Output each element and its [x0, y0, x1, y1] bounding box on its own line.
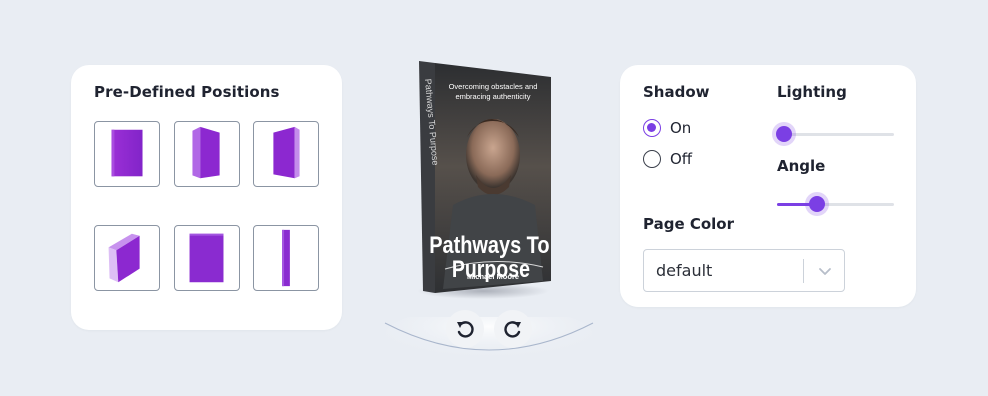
position-tile-angled-left[interactable]	[253, 121, 319, 187]
rotate-left-icon	[457, 321, 474, 338]
chevron-down-icon[interactable]	[816, 262, 834, 280]
lighting-slider[interactable]	[776, 124, 894, 144]
page-color-select[interactable]: default	[643, 249, 845, 292]
shadow-label: Shadow	[643, 83, 710, 101]
shadow-off-label: Off	[670, 150, 693, 168]
page-color-value: default	[656, 261, 713, 280]
book-author: Michael Moore	[467, 272, 519, 281]
shadow-off-radio[interactable]	[643, 150, 661, 168]
book-angled-left-thumbnail	[273, 126, 300, 179]
book-tagline-line1: Overcoming obstacles and	[449, 82, 538, 91]
book-preview: Overcoming obstacles and embracing authe…	[383, 55, 595, 363]
book-front-thumbnail	[111, 129, 143, 177]
book-tagline-line2: embracing authenticity	[455, 92, 530, 101]
rotate-left-button[interactable]	[446, 310, 484, 348]
lighting-label: Lighting	[777, 83, 847, 101]
positions-panel: Pre-Defined Positions	[71, 65, 342, 330]
shadow-on-radio[interactable]	[643, 119, 661, 137]
position-tile-front[interactable]	[94, 121, 160, 187]
position-tile-lying[interactable]	[94, 225, 160, 291]
book-angled-right-thumbnail	[192, 126, 220, 179]
shadow-on-label: On	[670, 119, 692, 137]
book-3d: Overcoming obstacles and embracing authe…	[417, 61, 551, 299]
position-tile-angled-right[interactable]	[174, 121, 240, 187]
book-lying-thumbnail	[108, 233, 140, 283]
book-spine-thumbnail	[282, 229, 290, 287]
page-color-label: Page Color	[643, 215, 735, 233]
lighting-slider-thumb[interactable]	[776, 126, 793, 142]
position-tile-front-flat[interactable]	[174, 225, 240, 291]
position-tile-spine[interactable]	[253, 225, 319, 291]
select-divider	[803, 259, 804, 283]
rotate-right-button[interactable]	[494, 310, 532, 348]
positions-title: Pre-Defined Positions	[94, 83, 280, 101]
rotate-right-icon	[504, 321, 521, 338]
angle-label: Angle	[777, 157, 826, 175]
angle-slider[interactable]	[777, 194, 894, 214]
book-front-flat-thumbnail	[189, 233, 224, 283]
angle-slider-thumb[interactable]	[808, 196, 825, 212]
shadow-off-option[interactable]: Off	[643, 150, 692, 168]
settings-panel: Shadow On Off Lighting Angle Page Color …	[620, 65, 916, 307]
shadow-on-option[interactable]: On	[643, 119, 691, 137]
